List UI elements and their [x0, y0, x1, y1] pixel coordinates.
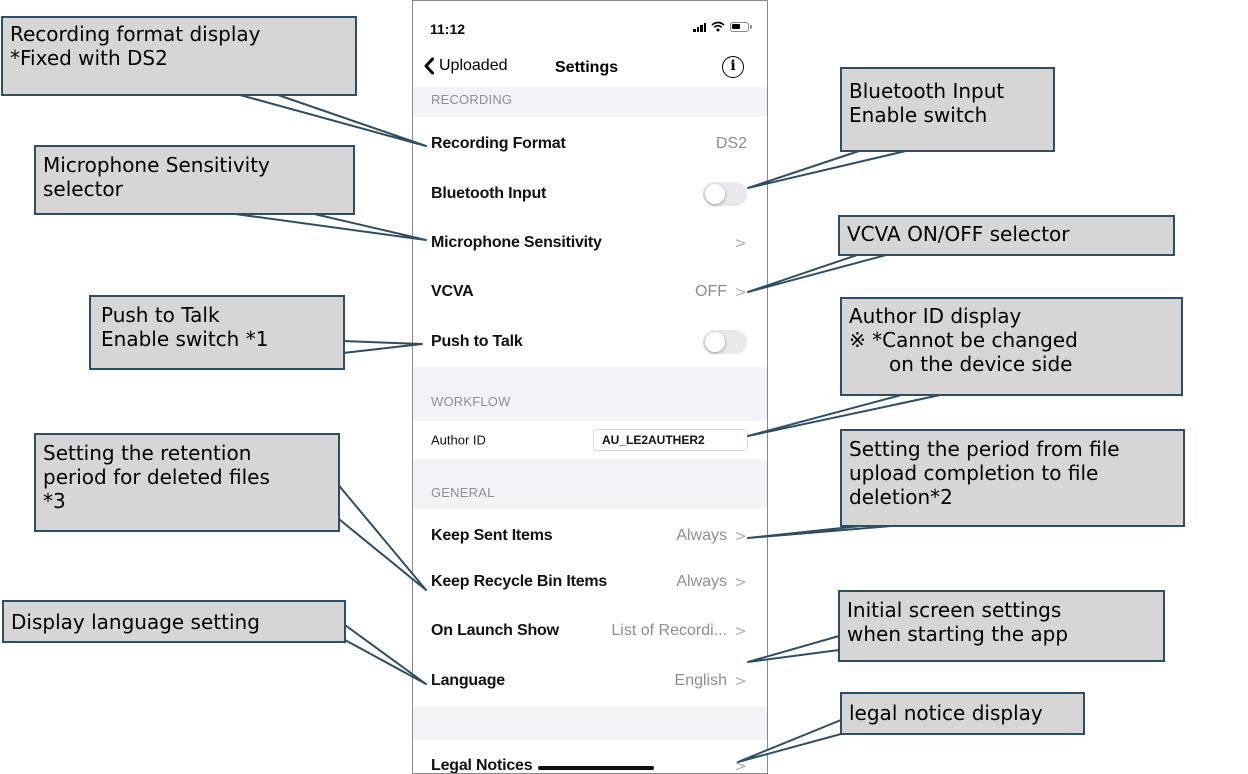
- battery-icon: [730, 21, 752, 32]
- callout-text: upload completion to file: [849, 461, 1099, 485]
- row-label: VCVA: [431, 283, 474, 300]
- section-header-recording: RECORDING: [413, 87, 767, 117]
- callout-legal: legal notice display: [840, 692, 1085, 735]
- callout-text: *Fixed with DS2: [10, 46, 168, 70]
- row-label: Bluetooth Input: [431, 185, 547, 202]
- callout-author-id: Author ID display ※ *Cannot be changed o…: [840, 297, 1183, 396]
- callout-text: Initial screen settings: [847, 598, 1062, 622]
- on-launch-show-row[interactable]: On Launch Show List of Recordi... >: [413, 606, 767, 656]
- back-button-label: Uploaded: [439, 57, 508, 74]
- microphone-sensitivity-row[interactable]: Microphone Sensitivity >: [413, 218, 767, 268]
- row-label: Keep Recycle Bin Items: [431, 573, 608, 590]
- callout-text: Display language setting: [11, 610, 260, 634]
- vcva-row[interactable]: VCVA OFF >: [413, 267, 767, 317]
- callout-bluetooth: Bluetooth Input Enable switch: [840, 67, 1055, 152]
- row-label: Language: [431, 672, 505, 689]
- chevron-right-icon: >: [734, 527, 747, 545]
- status-bar: 11:12: [413, 1, 767, 49]
- leader-recording-format: [239, 94, 427, 147]
- callout-text: Microphone Sensitivity: [43, 153, 270, 177]
- language-value: English: [674, 672, 727, 689]
- status-time: 11:12: [430, 21, 466, 37]
- row-label: On Launch Show: [431, 622, 559, 639]
- callout-text: *3: [43, 489, 66, 513]
- callout-retention: Setting the retention period for deleted…: [34, 433, 340, 532]
- callout-text: Recording format display: [10, 22, 261, 46]
- callout-text: Bluetooth Input: [849, 79, 1005, 103]
- chevron-right-icon: >: [734, 234, 747, 252]
- callout-upload-period: Setting the period from file upload comp…: [840, 429, 1185, 527]
- navigation-bar: Uploaded Settings i: [413, 49, 767, 89]
- toggle-knob: [705, 184, 725, 204]
- callout-text: on the device side: [889, 352, 1073, 376]
- callout-text: Enable switch *1: [101, 327, 269, 351]
- row-label: Microphone Sensitivity: [431, 234, 602, 251]
- row-label: Keep Sent Items: [431, 527, 553, 544]
- section-header-general: GENERAL: [413, 459, 767, 509]
- author-id-field: AU_LE2AUTHER2: [593, 429, 748, 451]
- on-launch-show-value: List of Recordi...: [611, 622, 727, 639]
- chevron-right-icon: >: [734, 622, 747, 640]
- callout-text: Setting the retention: [43, 441, 252, 465]
- callout-text: legal notice display: [849, 701, 1043, 725]
- section-header-label: RECORDING: [431, 92, 513, 107]
- callout-text: period for deleted files: [43, 465, 270, 489]
- chevron-right-icon: >: [734, 672, 747, 690]
- language-row[interactable]: Language English >: [413, 656, 767, 706]
- row-label: Legal Notices: [431, 757, 533, 774]
- chevron-right-icon: >: [734, 283, 747, 301]
- keep-recycle-bin-items-value: Always: [676, 573, 727, 590]
- keep-sent-items-value: Always: [676, 527, 727, 544]
- callout-text: when starting the app: [847, 622, 1069, 646]
- callout-language: Display language setting: [2, 600, 346, 643]
- status-icons: [693, 21, 752, 32]
- callout-text: Author ID display: [849, 304, 1022, 328]
- author-id-row: Author ID AU_LE2AUTHER2: [413, 421, 767, 459]
- back-button[interactable]: Uploaded: [423, 57, 508, 75]
- section-spacer: [413, 706, 767, 740]
- callout-text: deletion*2: [849, 485, 953, 509]
- author-id-label: Author ID: [431, 432, 486, 448]
- back-chevron-icon: [424, 57, 434, 75]
- section-header-label: GENERAL: [431, 485, 495, 500]
- callout-push-to-talk: Push to Talk Enable switch *1: [89, 295, 345, 370]
- signal-icon: [693, 22, 706, 32]
- bluetooth-input-row: Bluetooth Input: [413, 169, 767, 219]
- vcva-value: OFF: [695, 283, 727, 300]
- chevron-right-icon: >: [734, 757, 747, 774]
- recording-format-row[interactable]: Recording Format DS2: [413, 119, 767, 169]
- bluetooth-input-toggle[interactable]: [703, 182, 747, 206]
- row-label: Recording Format: [431, 135, 566, 152]
- callout-text: Enable switch: [849, 103, 988, 127]
- home-indicator: [538, 766, 654, 770]
- callout-vcva: VCVA ON/OFF selector: [838, 215, 1175, 256]
- recording-format-value: DS2: [715, 135, 747, 152]
- info-icon[interactable]: i: [722, 56, 744, 78]
- toggle-knob: [705, 332, 725, 352]
- leader-push-to-talk: [342, 340, 423, 354]
- phone-screen: 11:12 Uploaded Settings i RECORDING Reco: [412, 0, 768, 774]
- callout-text: ※ *Cannot be changed: [849, 328, 1078, 352]
- wifi-icon: [711, 21, 725, 32]
- callout-initial-screen: Initial screen settings when starting th…: [838, 590, 1165, 662]
- callout-text: Push to Talk: [101, 303, 220, 327]
- page-title: Settings: [555, 59, 619, 76]
- leader-mic-sensitivity: [227, 212, 427, 241]
- chevron-right-icon: >: [734, 573, 747, 591]
- callout-mic-sensitivity: Microphone Sensitivity selector: [34, 145, 355, 215]
- row-label: Push to Talk: [431, 333, 523, 350]
- keep-sent-items-row[interactable]: Keep Sent Items Always >: [413, 511, 767, 561]
- callout-recording-format: Recording format display *Fixed with DS2: [1, 16, 357, 96]
- callout-text: selector: [43, 177, 123, 201]
- keep-recycle-bin-items-row[interactable]: Keep Recycle Bin Items Always >: [413, 557, 767, 607]
- callout-text: VCVA ON/OFF selector: [847, 222, 1070, 246]
- push-to-talk-toggle[interactable]: [703, 330, 747, 354]
- callout-text: Setting the period from file: [849, 437, 1120, 461]
- push-to-talk-row: Push to Talk: [413, 317, 767, 367]
- leader-bluetooth: [747, 149, 911, 189]
- section-header-workflow: WORKFLOW: [413, 367, 767, 421]
- section-header-label: WORKFLOW: [431, 394, 511, 409]
- leader-vcva: [747, 253, 891, 293]
